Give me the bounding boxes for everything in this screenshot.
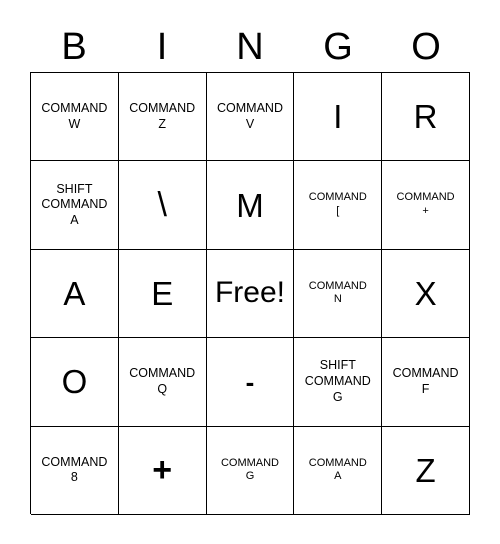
bingo-cell[interactable]: COMMAND N	[294, 249, 383, 339]
bingo-cell[interactable]: R	[382, 73, 470, 162]
bingo-cell[interactable]: E	[118, 249, 207, 339]
bingo-row: O COMMAND Q - SHIFT COMMAND G COMMAND F	[31, 338, 470, 427]
bingo-cell[interactable]: COMMAND Z	[118, 73, 207, 162]
bingo-cell-label: COMMAND V	[217, 101, 283, 131]
bingo-cell[interactable]: COMMAND W	[31, 73, 119, 162]
bingo-cell-label: COMMAND W	[41, 101, 108, 131]
bingo-cell-label: COMMAND A	[308, 456, 367, 483]
bingo-cell-label: COMMAND F	[392, 366, 459, 396]
bingo-cell[interactable]: SHIFT COMMAND G	[294, 338, 383, 427]
bingo-cell[interactable]: COMMAND A	[294, 426, 383, 515]
bingo-cell-label: A	[63, 274, 86, 312]
bingo-cell-label: E	[151, 274, 174, 312]
bingo-free-space[interactable]: Free!	[206, 249, 295, 339]
bingo-header-letter-b: B	[61, 26, 87, 68]
bingo-cell-label: X	[414, 274, 437, 312]
bingo-cell[interactable]: X	[382, 249, 470, 339]
bingo-cell-label: R	[413, 98, 438, 136]
bingo-cell-label: M	[236, 186, 264, 224]
bingo-cell[interactable]: -	[206, 338, 295, 427]
bingo-header-letter-n: N	[236, 26, 264, 68]
bingo-header-row: BINGO	[30, 22, 470, 72]
bingo-cell[interactable]: +	[118, 426, 207, 515]
bingo-cell[interactable]: SHIFT COMMAND A	[31, 161, 119, 250]
bingo-grid: COMMAND W COMMAND Z COMMAND V I R SHIFT COMMAND A \…	[30, 72, 470, 515]
bingo-cell-label: COMMAND G	[220, 456, 280, 483]
bingo-cell-label: +	[152, 451, 173, 490]
bingo-card: B I N G O COMMAND W COMMAND Z COMMAND V I R SHIFT COM…	[30, 22, 470, 515]
bingo-cell[interactable]: COMMAND F	[382, 338, 470, 427]
bingo-row: A E Free! COMMAND N X	[31, 249, 470, 339]
bingo-cell-label: COMMAND N	[308, 279, 367, 306]
bingo-cell[interactable]: M	[206, 161, 295, 250]
bingo-cell-label: SHIFT COMMAND A	[41, 181, 108, 227]
bingo-cell[interactable]: I	[294, 73, 383, 162]
bingo-cell-label: COMMAND[	[308, 191, 367, 218]
bingo-row: SHIFT COMMAND A \ M COMMAND[ COMMAND +	[31, 161, 470, 250]
bingo-cell-label: COMMAND +	[396, 191, 455, 218]
bingo-row: COMMAND 8 + COMMAND G COMMAND A Z	[31, 426, 470, 515]
bingo-cell-label: Z	[415, 451, 436, 489]
bingo-row: COMMAND W COMMAND Z COMMAND V I R	[31, 73, 470, 162]
bingo-header-letter-o: O	[411, 26, 441, 68]
bingo-header-letter-g: G	[323, 26, 353, 68]
bingo-cell-label: COMMAND Q	[129, 366, 196, 396]
bingo-cell-label: Free!	[214, 276, 285, 310]
bingo-cell[interactable]: COMMAND 8	[31, 426, 119, 515]
bingo-cell-label: O	[61, 363, 88, 401]
bingo-cell-label: I	[333, 98, 343, 136]
bingo-cell[interactable]: COMMAND V	[206, 73, 295, 162]
bingo-cell[interactable]: COMMAND +	[382, 161, 470, 250]
bingo-cell-label: -	[245, 366, 255, 397]
bingo-cell-label: COMMAND Z	[129, 101, 196, 131]
bingo-header-letter-i: I	[156, 26, 168, 68]
bingo-cell[interactable]: \	[118, 161, 207, 250]
bingo-cell[interactable]: COMMAND Q	[118, 338, 207, 427]
bingo-cell[interactable]: O	[31, 338, 119, 427]
bingo-cell[interactable]: Z	[382, 426, 470, 515]
bingo-cell[interactable]: A	[31, 249, 119, 339]
bingo-cell[interactable]: COMMAND[	[294, 161, 383, 250]
bingo-cell-label: \	[157, 186, 167, 225]
bingo-cell[interactable]: COMMAND G	[206, 426, 295, 515]
bingo-cell-label: SHIFT COMMAND G	[304, 358, 371, 404]
bingo-cell-label: COMMAND 8	[41, 454, 108, 485]
